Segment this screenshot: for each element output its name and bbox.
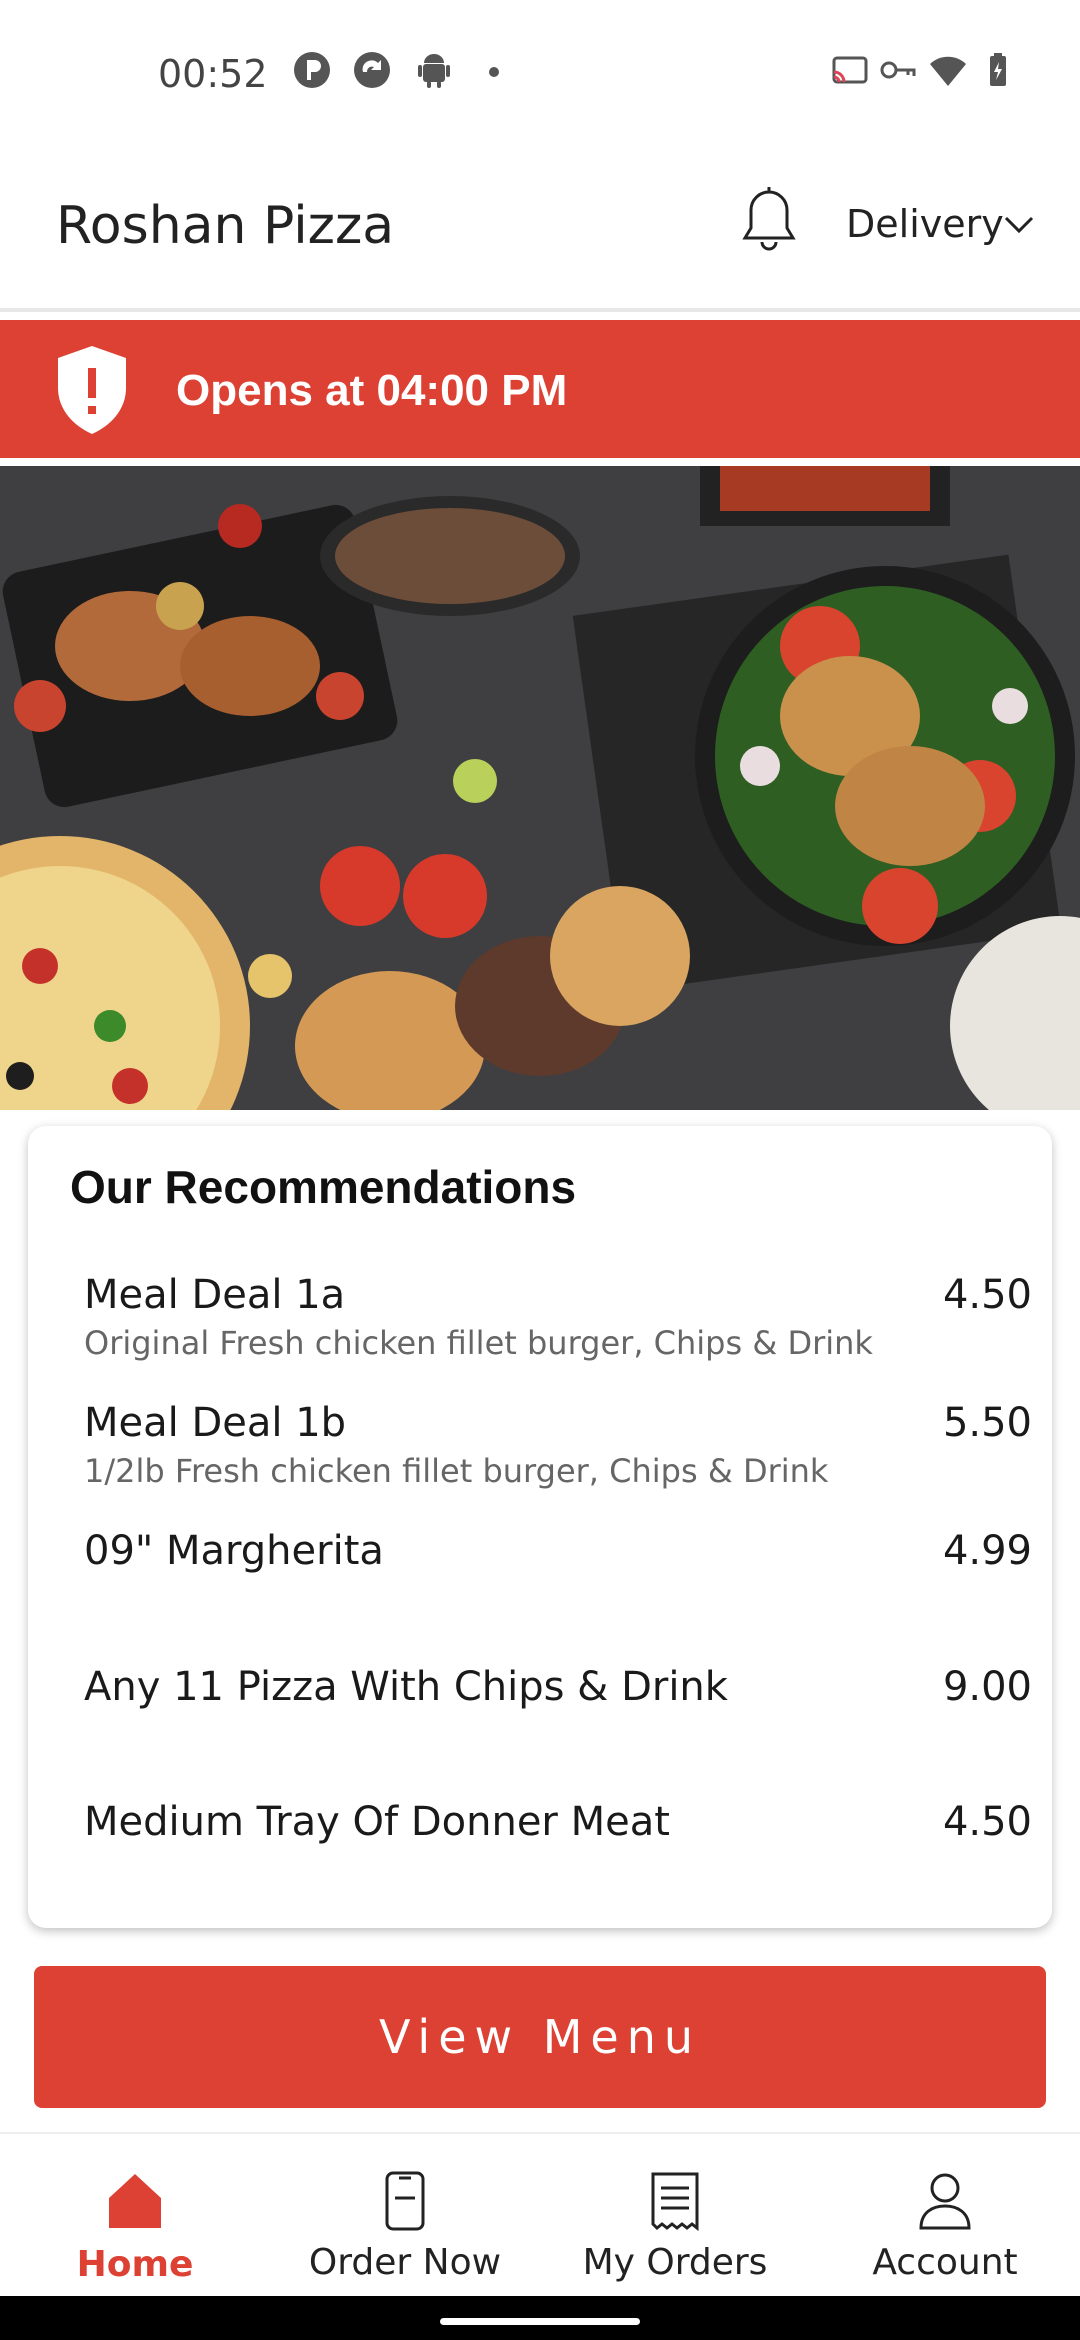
nav-item-order-now[interactable]: Order Now [270, 2134, 540, 2298]
item-name: Meal Deal 1a [84, 1272, 346, 1318]
home-gesture-handle[interactable] [440, 2318, 640, 2325]
item-name: 09" Margherita [84, 1528, 384, 1574]
item-price: 5.50 [942, 1400, 1032, 1446]
home-icon [109, 2174, 161, 2228]
bell-icon[interactable] [738, 186, 800, 258]
recommendation-item[interactable]: Meal Deal 1a Original Fresh chicken fill… [84, 1272, 1032, 1362]
bottom-navigation: Home Order Now My Orders Account [0, 2132, 1080, 2298]
chevron-down-icon[interactable] [1002, 208, 1036, 242]
status-time: 00:52 [158, 52, 268, 96]
opening-time-banner: Opens at 04:00 PM [0, 320, 1080, 458]
item-price: 9.00 [942, 1664, 1032, 1710]
p-icon [294, 52, 330, 88]
dot-icon [489, 67, 499, 77]
recommendations-title: Our Recommendations [70, 1161, 577, 1213]
recommendations-card: Our Recommendations Meal Deal 1a Origina… [28, 1126, 1052, 1928]
item-name: Meal Deal 1b [84, 1400, 347, 1446]
recommendation-item[interactable]: Any 11 Pizza With Chips & Drink 9.00 [84, 1664, 1032, 1710]
view-menu-button[interactable]: View Menu [34, 1966, 1046, 2108]
wifi-icon [930, 56, 966, 86]
food-banner-image [0, 466, 1080, 1110]
shield-alert-icon [58, 346, 126, 434]
nav-label-home: Home [76, 2244, 194, 2285]
item-price: 4.50 [942, 1272, 1032, 1318]
opening-time-text: Opens at 04:00 PM [176, 366, 568, 415]
sync-icon [354, 52, 390, 88]
recommendation-item[interactable]: Meal Deal 1b 1/2lb Fresh chicken fillet … [84, 1400, 1032, 1490]
delivery-selector-label[interactable]: Delivery [846, 202, 1004, 246]
nav-item-account[interactable]: Account [810, 2134, 1080, 2298]
nav-label-my-orders: My Orders [582, 2242, 768, 2283]
nav-label-order-now: Order Now [308, 2242, 502, 2283]
cast-icon [832, 56, 868, 84]
nav-item-home[interactable]: Home [0, 2134, 270, 2298]
item-description: 1/2lb Fresh chicken fillet burger, Chips… [84, 1452, 829, 1490]
item-price: 4.99 [942, 1528, 1032, 1574]
food-illustration [0, 466, 1080, 1110]
nav-label-account: Account [872, 2242, 1018, 2283]
restaurant-title: Roshan Pizza [56, 196, 395, 256]
recommendation-item[interactable]: Medium Tray Of Donner Meat 4.50 [84, 1799, 1032, 1845]
recommendation-item[interactable]: 09" Margherita 4.99 [84, 1528, 1032, 1574]
battery-icon [990, 53, 1006, 86]
status-bar: 00:52 [0, 0, 1080, 150]
key-icon [880, 61, 916, 79]
nav-item-my-orders[interactable]: My Orders [540, 2134, 810, 2298]
android-icon [418, 54, 450, 88]
phone-order-icon [385, 2171, 425, 2231]
receipt-icon [651, 2172, 699, 2232]
item-name: Any 11 Pizza With Chips & Drink [84, 1664, 728, 1710]
app-header: Roshan Pizza Delivery [0, 150, 1080, 312]
person-icon [919, 2173, 971, 2230]
item-price: 4.50 [942, 1799, 1032, 1845]
item-name: Medium Tray Of Donner Meat [84, 1799, 670, 1845]
item-description: Original Fresh chicken fillet burger, Ch… [84, 1324, 873, 1362]
system-navigation-bar [0, 2296, 1080, 2340]
